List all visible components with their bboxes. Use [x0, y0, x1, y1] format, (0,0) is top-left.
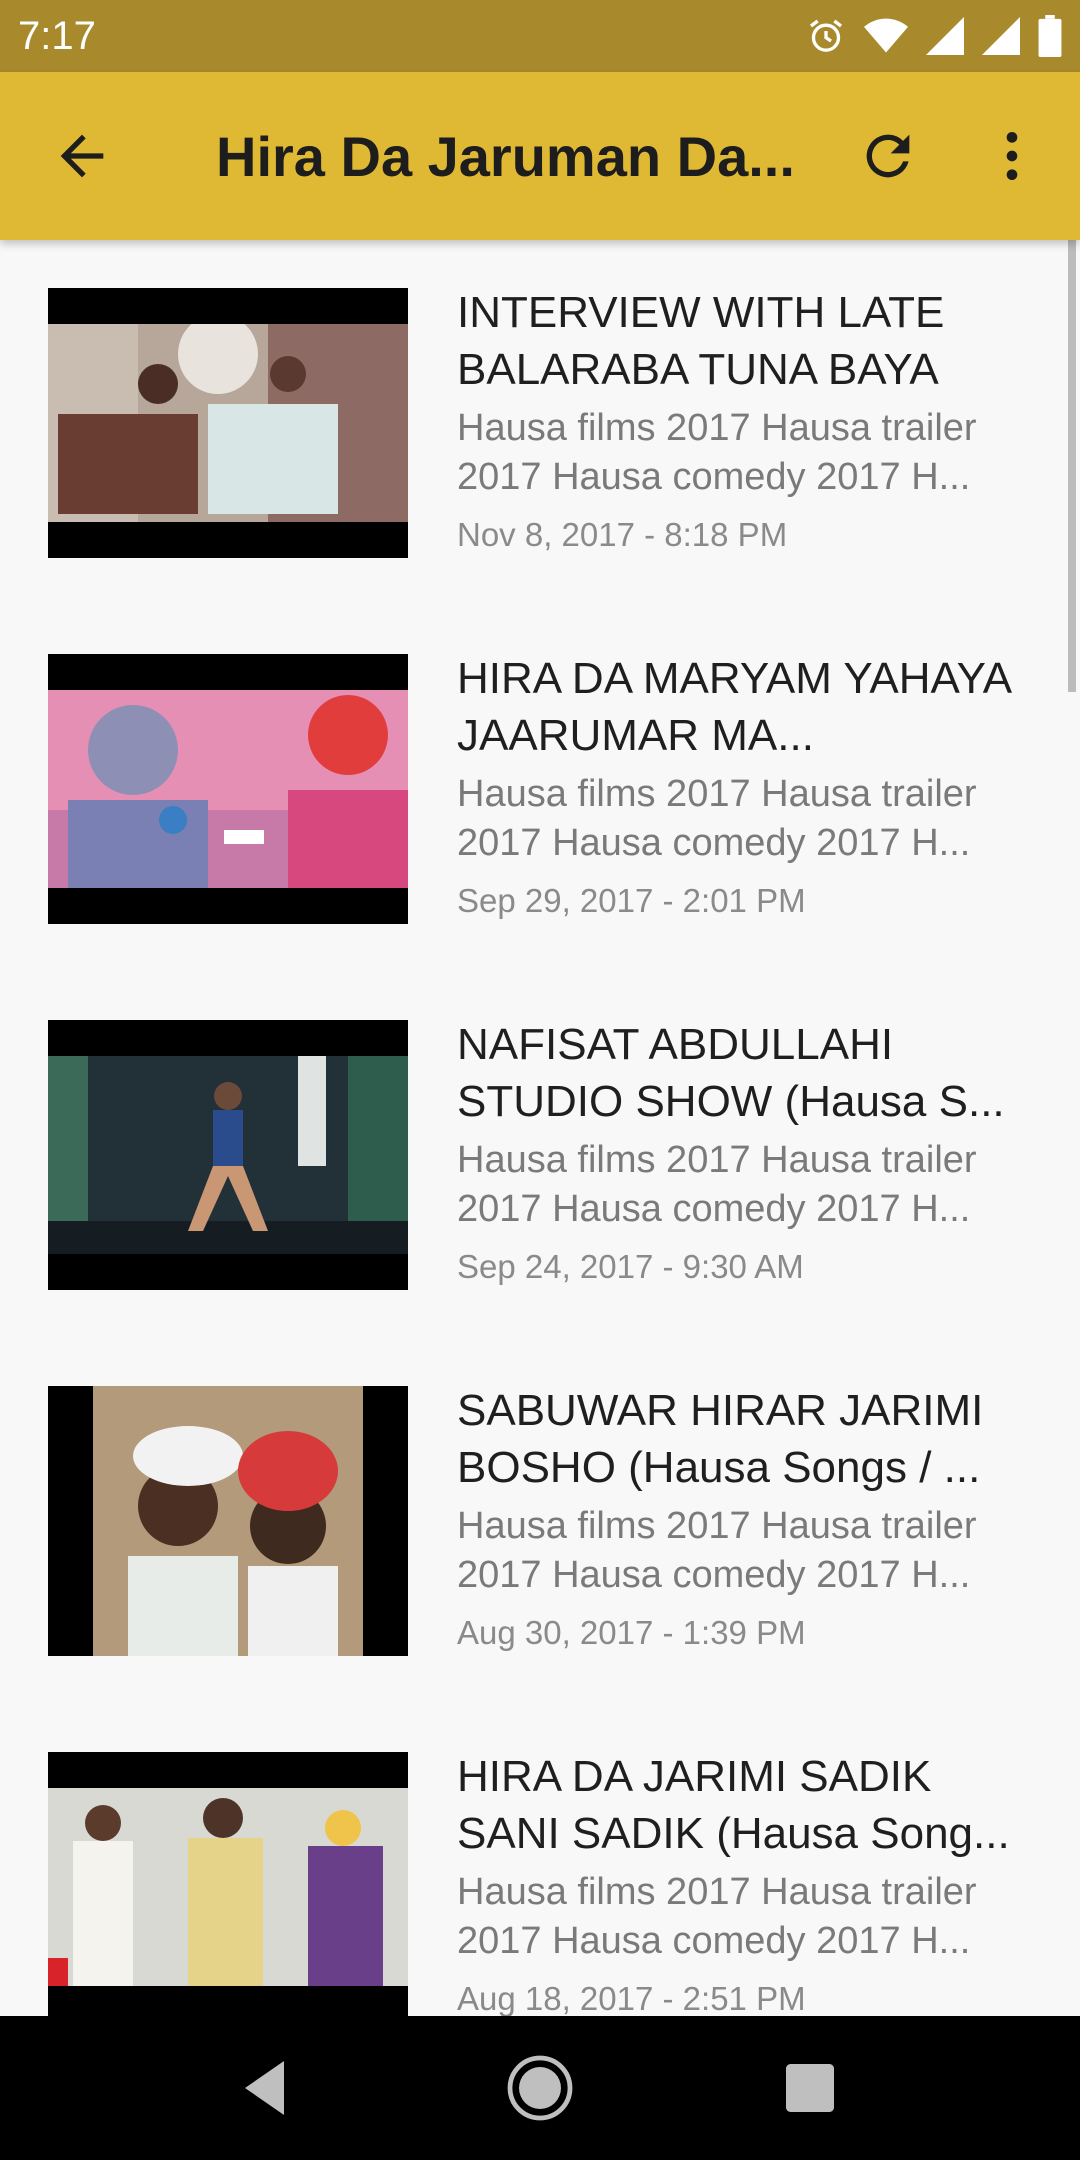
video-description: Hausa films 2017 Hausa trailer 2017 Haus…: [457, 773, 977, 864]
scrollbar-thumb[interactable]: [1068, 240, 1076, 692]
video-date: Sep 24, 2017 - 9:30 AM: [457, 1248, 804, 1285]
video-description: Hausa films 2017 Hausa trailer 2017 Haus…: [457, 407, 977, 498]
video-thumbnail[interactable]: [48, 1386, 408, 1656]
video-title: HIRA DA MARYAM YAHAYA JAARUMAR MA...: [457, 654, 1010, 760]
signal-icon: [982, 17, 1020, 55]
page-title: Hira Da Jaruman Da...: [216, 125, 795, 188]
video-date: Aug 30, 2017 - 1:39 PM: [457, 1614, 806, 1651]
thumbnail-image: [48, 690, 408, 888]
video-thumbnail[interactable]: [48, 1752, 408, 2016]
video-thumbnail[interactable]: [48, 1020, 408, 1290]
video-date: Sep 29, 2017 - 2:01 PM: [457, 882, 806, 919]
nav-back-button[interactable]: [230, 2052, 302, 2124]
video-list-item[interactable]: HIRA DA JARIMI SADIK SANI SADIK (Hausa S…: [0, 1704, 1080, 2016]
video-title: NAFISAT ABDULLAHI STUDIO SHOW (Hausa S..…: [457, 1020, 1005, 1126]
status-icons: [806, 14, 1062, 58]
more-options-button[interactable]: [980, 124, 1044, 188]
video-thumbnail[interactable]: [48, 288, 408, 558]
system-navigation-bar: [0, 2016, 1080, 2160]
back-triangle-icon: [245, 2061, 284, 2115]
refresh-button[interactable]: [856, 124, 920, 188]
home-circle-icon: [507, 2055, 573, 2121]
video-title: INTERVIEW WITH LATE BALARABA TUNA BAYA: [457, 288, 945, 394]
wifi-icon: [864, 18, 908, 53]
nav-home-button[interactable]: [504, 2052, 576, 2124]
video-description: Hausa films 2017 Hausa trailer 2017 Haus…: [457, 1139, 977, 1230]
video-list-item[interactable]: INTERVIEW WITH LATE BALARABA TUNA BAYA H…: [0, 240, 1080, 606]
app-bar: Hira Da Jaruman Da...: [0, 72, 1080, 240]
arrow-back-icon: [60, 134, 104, 178]
nav-recents-button[interactable]: [774, 2052, 846, 2124]
status-time: 7:17: [18, 14, 96, 58]
battery-icon: [1038, 15, 1062, 57]
video-date: Aug 18, 2017 - 2:51 PM: [457, 1980, 806, 2016]
status-bar: 7:17: [0, 0, 1080, 72]
thumbnail-image: [48, 1788, 408, 1986]
refresh-icon: [866, 134, 910, 178]
video-title: SABUWAR HIRAR JARIMI BOSHO (Hausa Songs …: [457, 1386, 984, 1492]
video-description: Hausa films 2017 Hausa trailer 2017 Haus…: [457, 1871, 977, 1962]
video-title: HIRA DA JARIMI SADIK SANI SADIK (Hausa S…: [457, 1752, 1010, 1858]
video-list-item[interactable]: NAFISAT ABDULLAHI STUDIO SHOW (Hausa S..…: [0, 972, 1080, 1338]
video-list: INTERVIEW WITH LATE BALARABA TUNA BAYA H…: [0, 240, 1080, 2016]
more-vert-icon: [1006, 132, 1018, 180]
video-list-item[interactable]: HIRA DA MARYAM YAHAYA JAARUMAR MA... Hau…: [0, 606, 1080, 972]
signal-icon: [926, 17, 964, 55]
video-thumbnail[interactable]: [48, 654, 408, 924]
back-button[interactable]: [50, 124, 114, 188]
thumbnail-image: [48, 324, 408, 522]
alarm-icon: [810, 19, 842, 52]
video-list-item[interactable]: SABUWAR HIRAR JARIMI BOSHO (Hausa Songs …: [0, 1338, 1080, 1704]
recents-square-icon: [786, 2064, 834, 2112]
thumbnail-image: [48, 1056, 408, 1254]
video-description: Hausa films 2017 Hausa trailer 2017 Haus…: [457, 1505, 977, 1596]
video-date: Nov 8, 2017 - 8:18 PM: [457, 516, 788, 553]
thumbnail-image: [48, 1386, 408, 1656]
